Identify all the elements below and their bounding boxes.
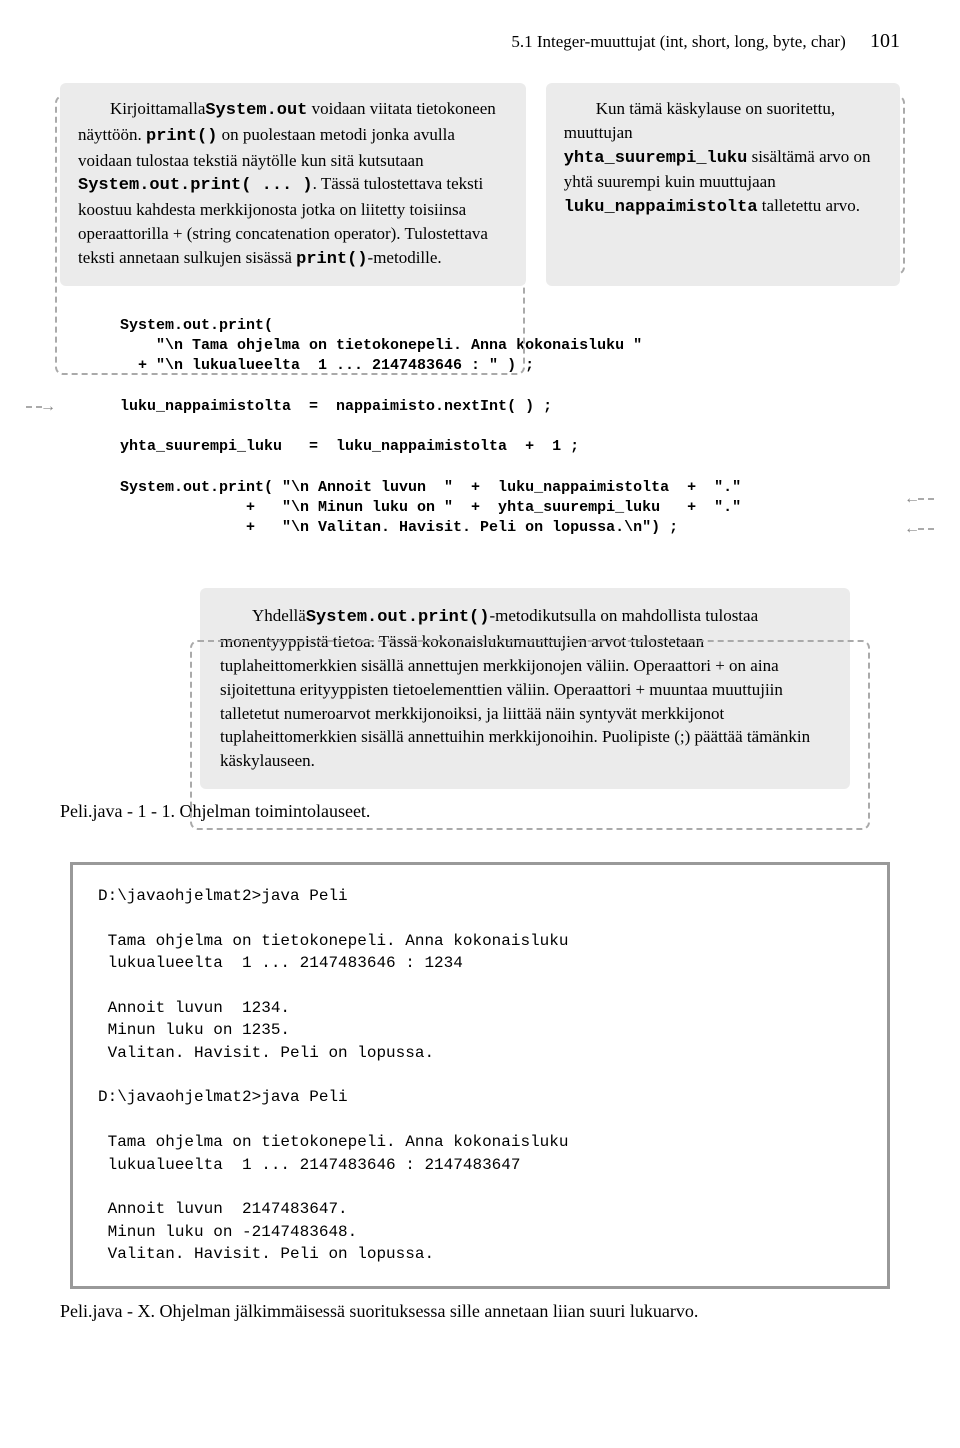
- text: -metodikutsulla on mahdollista tulostaa …: [220, 606, 810, 770]
- text: Yhdellä: [220, 604, 306, 628]
- section-title: 5.1 Integer-muuttujat (int, short, long,…: [511, 32, 845, 51]
- text: -metodille.: [368, 248, 442, 267]
- text: Kun tämä käskylause on suoritettu, muutt…: [564, 97, 882, 145]
- callout-bottom: Yhdellä System.out.print()-metodikutsull…: [200, 588, 850, 789]
- page-number: 101: [870, 30, 900, 52]
- arrow-icon: ←: [904, 520, 920, 538]
- arrow-icon: →: [40, 398, 56, 416]
- inline-code: print(): [296, 250, 367, 269]
- inline-code: yhta_suurempi_luku: [564, 149, 748, 168]
- text: Kirjoittamalla: [78, 97, 205, 121]
- page-header: 5.1 Integer-muuttujat (int, short, long,…: [60, 30, 900, 53]
- inline-code: luku_nappaimistolta: [564, 198, 758, 217]
- inline-code: System.out: [205, 101, 307, 120]
- callout-row: Kirjoittamalla System.out voidaan viitat…: [60, 83, 900, 286]
- arrow-icon: ←: [904, 490, 920, 508]
- inline-code: System.out.print(): [306, 608, 490, 627]
- callout-left: Kirjoittamalla System.out voidaan viitat…: [60, 83, 526, 286]
- figure-caption-2: Peli.java - X. Ohjelman jälkimmäisessä s…: [60, 1301, 900, 1322]
- text: talletettu arvo.: [758, 196, 860, 215]
- figure-caption-1: Peli.java - 1 - 1. Ohjelman toimintolaus…: [60, 801, 900, 822]
- inline-code: System.out.print( ... ): [78, 176, 313, 195]
- console-output: D:\javaohjelmat2>java Peli Tama ohjelma …: [70, 862, 890, 1289]
- inline-code: print(): [146, 127, 217, 146]
- code-listing: System.out.print( "\n Tama ohjelma on ti…: [60, 316, 900, 539]
- callout-right: Kun tämä käskylause on suoritettu, muutt…: [546, 83, 900, 286]
